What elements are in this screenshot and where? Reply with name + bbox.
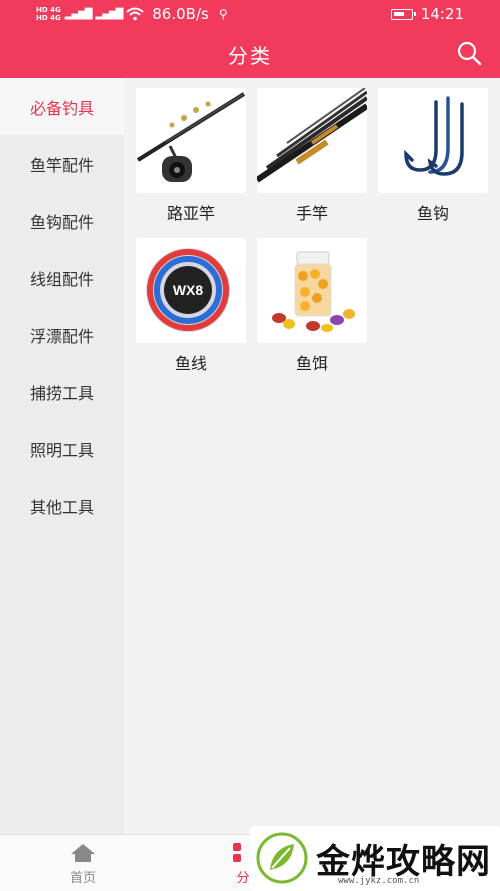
sidebar-item-label: 必备钓具 (29, 98, 94, 118)
sidebar-item-other-tools[interactable]: 其他工具 (0, 477, 124, 534)
wifi-icon (126, 7, 144, 21)
product-tile[interactable]: 鱼饵 (257, 238, 367, 374)
search-icon[interactable] (456, 40, 482, 66)
bait-jar-image (257, 238, 367, 343)
page-title: 分类 (228, 44, 272, 68)
sidebar-item-catching-tools[interactable]: 捕捞工具 (0, 363, 124, 420)
sidebar-item-essential-gear[interactable]: 必备钓具 (0, 78, 124, 135)
sidebar-item-float-accessories[interactable]: 浮漂配件 (0, 306, 124, 363)
sidebar-item-hook-accessories[interactable]: 鱼钩配件 (0, 192, 124, 249)
signal-icon: ▂▄▆█ (64, 8, 93, 20)
sidebar-item-label: 浮漂配件 (29, 326, 94, 346)
sim2-label: HD 4G (36, 14, 61, 22)
network-speed: 86.0B/s (152, 5, 209, 23)
tab-home-label: 首页 (69, 871, 96, 886)
product-label: 路亚竿 (166, 204, 215, 223)
product-label: 鱼饵 (295, 354, 328, 373)
sidebar-item-label: 捕捞工具 (29, 383, 94, 403)
product-label: 手竿 (295, 204, 328, 223)
battery-icon (390, 8, 416, 20)
sidebar-item-label: 鱼竿配件 (29, 155, 94, 175)
fishing-line-spool-image: WX8 (136, 238, 246, 343)
fish-hooks-image (378, 88, 488, 193)
product-grid: 路亚竿 手竿 鱼钩 WX8 鱼线 鱼饵 (124, 78, 500, 834)
product-label: 鱼钩 (416, 204, 449, 223)
sidebar-item-label: 鱼钩配件 (29, 212, 94, 232)
svg-text:WX8: WX8 (173, 282, 204, 298)
product-tile[interactable]: 鱼钩 (378, 88, 488, 224)
spinning-rod-reel-image (136, 88, 246, 193)
tab-home[interactable]: 首页 (53, 843, 113, 886)
category-sidebar: 必备钓具 鱼竿配件 鱼钩配件 线组配件 浮漂配件 捕捞工具 照明工具 其他工具 (0, 78, 124, 834)
usb-icon: ⚲ (218, 7, 228, 21)
product-tile[interactable]: 手竿 (257, 88, 367, 224)
sidebar-item-line-accessories[interactable]: 线组配件 (0, 249, 124, 306)
sidebar-item-rod-accessories[interactable]: 鱼竿配件 (0, 135, 124, 192)
signal-icon-2: ▂▄▆█ (95, 8, 124, 20)
clock: 14:21 (420, 5, 464, 23)
watermark-url: www.jykz.com.cn (338, 876, 420, 886)
sim-indicators: HD 4G HD 4G (36, 6, 61, 22)
product-label: 鱼线 (174, 354, 207, 373)
home-icon (71, 844, 95, 862)
tab-category-label: 分 (236, 871, 250, 886)
sidebar-item-label: 照明工具 (29, 440, 94, 460)
product-tile[interactable]: 路亚竿 (136, 88, 246, 224)
sim1-label: HD 4G (36, 6, 61, 14)
sidebar-item-label: 线组配件 (29, 269, 94, 289)
sidebar-item-label: 其他工具 (29, 497, 94, 517)
status-bar: HD 4G HD 4G ▂▄▆█ ▂▄▆█ 86.0B/s ⚲ 14:21 (0, 0, 500, 28)
sidebar-item-lighting-tools[interactable]: 照明工具 (0, 420, 124, 477)
app-header: 分类 (0, 28, 500, 78)
hand-rod-image (257, 88, 367, 193)
leaf-logo-icon (256, 832, 308, 884)
product-tile[interactable]: WX8 鱼线 (136, 238, 246, 374)
watermark: 金烨攻略网 www.jykz.com.cn (250, 826, 500, 891)
